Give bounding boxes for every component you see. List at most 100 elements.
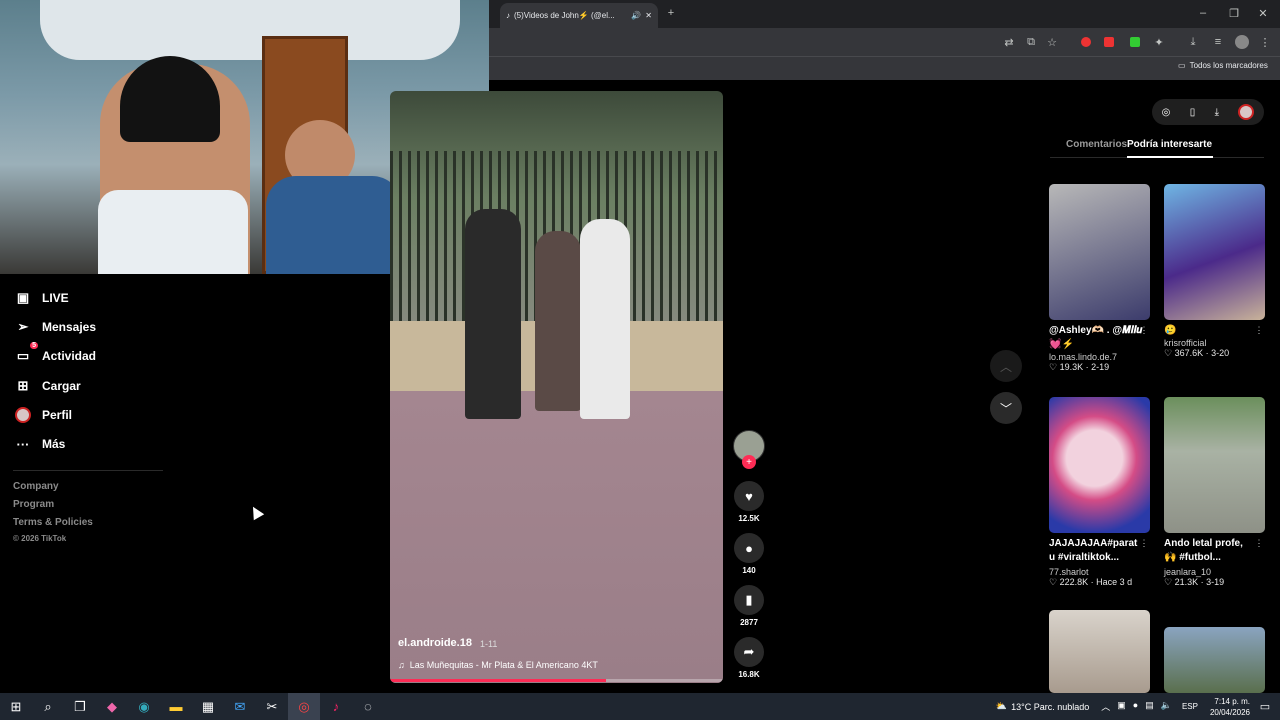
chrome-icon[interactable]: ◎ [288, 693, 320, 720]
restore-button[interactable]: ❐ [1227, 6, 1241, 20]
extension-red2-icon[interactable] [1104, 37, 1114, 47]
download-video-icon[interactable]: ⤓ [1215, 107, 1219, 118]
recommended-card[interactable]: 🥲 krisrofficial ♡ 367.6K · 3-20 [1164, 184, 1265, 359]
video-music[interactable]: ♫ Las Muñequitas - Mr Plata & El America… [398, 660, 598, 670]
sidebar-item-messages[interactable]: ➢ Mensajes [14, 314, 96, 340]
chrome-menu-icon[interactable]: ⋮ [1258, 35, 1272, 49]
phone-icon[interactable]: ▯ [1190, 107, 1196, 118]
all-bookmarks-label: Todos los marcadores [1189, 61, 1268, 70]
obs-icon[interactable]: ◌ [352, 693, 384, 720]
recommended-card[interactable]: @Ashley🫶🏻 . @𝑴𝒊𝒍𝒖💓⚡ lo.mas.lindo.de.7 ♡ … [1049, 184, 1150, 373]
start-icon[interactable]: ⊞ [0, 693, 32, 720]
tab-recommended[interactable]: Podría interesarte [1127, 139, 1212, 150]
recommended-card[interactable]: JAJAJAJAA#parat u #viraltiktok... 77.sha… [1049, 397, 1150, 588]
card-more-icon[interactable]: ⋮ [1255, 324, 1264, 336]
right-panel [1034, 80, 1280, 693]
video-progress-fill [390, 679, 607, 682]
share-icon: ➦ [734, 637, 764, 667]
tiktok-taskbar-icon[interactable]: ♪ [320, 693, 352, 720]
video-author[interactable]: el.androide.18 [398, 637, 472, 649]
system-tray[interactable]: ︿ ▣ ● ▤ 🔈 [1101, 700, 1172, 713]
card-more-icon[interactable]: ⋮ [1140, 324, 1149, 336]
capcut-icon[interactable]: ✂ [256, 693, 288, 720]
reading-list-icon[interactable]: ≡ [1211, 35, 1225, 49]
edge-icon[interactable]: ◉ [128, 693, 160, 720]
card-more-icon[interactable]: ⋮ [1255, 537, 1264, 549]
close-tab-icon[interactable]: ✕ [645, 11, 652, 20]
music-note-icon: ♫ [398, 660, 405, 670]
tab-comments[interactable]: Comentarios [1066, 139, 1127, 150]
card-thumbnail[interactable] [1164, 627, 1265, 693]
weather-text: 13°C Parc. nublado [1011, 701, 1090, 712]
bookmark-star-icon[interactable]: ☆ [1045, 35, 1059, 49]
footer-link-program[interactable]: Program [13, 499, 54, 510]
share-button[interactable]: ➦ 16.8K [733, 637, 765, 679]
search-icon[interactable]: ⌕ [32, 693, 64, 720]
chevron-down-icon: ﹀ [999, 401, 1012, 416]
live-icon: ▣ [16, 290, 30, 305]
card-caption: @Ashley🫶🏻 . @𝑴𝒊𝒍𝒖💓⚡ [1049, 325, 1143, 350]
tiktok-icon: ♪ [506, 11, 510, 20]
save-button[interactable]: ▮ 2877 [733, 585, 765, 627]
bookmarks-bar [489, 56, 1280, 80]
new-tab-button[interactable]: + [664, 6, 678, 20]
footer-link-company[interactable]: Company [13, 481, 59, 492]
card-likes: 222.8K [1059, 577, 1089, 587]
sidebar-item-more[interactable]: ··· Más [14, 431, 66, 457]
browser-tab[interactable]: ♪ (5)Videos de John⚡ (@el... 🔊 ✕ [500, 3, 658, 28]
video-progress-track[interactable] [390, 679, 723, 682]
comment-button[interactable]: ● 140 [733, 533, 765, 575]
close-window-button[interactable]: ✕ [1256, 6, 1270, 20]
speaker-icon[interactable]: 🔊 [631, 11, 641, 20]
extension-green-icon[interactable] [1130, 37, 1140, 47]
card-date: 3-19 [1206, 577, 1225, 587]
card-thumbnail [1164, 397, 1265, 533]
video-player[interactable]: el.androide.18 1-11 ♫ Las Muñequitas - M… [390, 91, 723, 683]
clock-time: 7:14 p. m. [1214, 696, 1250, 706]
card-thumbnail[interactable] [1049, 610, 1150, 693]
previous-video-button[interactable]: ︿ [990, 350, 1022, 382]
notifications-icon[interactable]: ▭ [1250, 693, 1280, 720]
card-likes: 367.6K [1174, 348, 1204, 358]
sidebar-item-activity[interactable]: ▭ 5 Actividad [14, 342, 96, 369]
sidebar-item-live[interactable]: ▣ LIVE [14, 285, 69, 311]
card-more-icon[interactable]: ⋮ [1140, 537, 1149, 549]
card-date: 2-19 [1091, 362, 1110, 372]
compass-icon[interactable]: ◎ [1162, 107, 1171, 118]
all-bookmarks-folder[interactable]: ▭ Todos los marcadores [1178, 61, 1268, 70]
minimize-button[interactable]: – [1196, 6, 1210, 20]
extensions-puzzle-icon[interactable]: ✦ [1152, 35, 1166, 49]
like-button[interactable]: ♥ 12.5K [733, 481, 765, 523]
sidebar-item-upload[interactable]: ⊞ Cargar [14, 373, 81, 399]
video-date: 1-11 [480, 639, 498, 649]
user-avatar[interactable] [1238, 104, 1255, 120]
sidebar-item-profile[interactable]: Perfil [14, 402, 72, 428]
next-video-button[interactable]: ﹀ [990, 392, 1022, 424]
clock[interactable]: 7:14 p. m. 20/04/2026 [1210, 696, 1250, 718]
copilot-icon[interactable]: ◆ [96, 693, 128, 720]
follow-plus-icon[interactable]: + [742, 455, 756, 469]
store-icon[interactable]: ▦ [192, 693, 224, 720]
volume-icon: 🔈 [1160, 700, 1172, 710]
card-stats: ♡ 367.6K · 3-20 [1164, 348, 1230, 358]
like-count: 12.5K [738, 514, 760, 523]
footer-copyright: © 2026 TikTok [13, 534, 67, 543]
microphone-icon: ● [1132, 700, 1139, 710]
mail-icon[interactable]: ✉ [224, 693, 256, 720]
weather-widget[interactable]: ⛅ 13°C Parc. nublado [996, 701, 1089, 712]
card-thumbnail [1049, 397, 1150, 533]
recommended-card[interactable]: Ando letal profe, 🙌 #futbol... jeanlara_… [1164, 397, 1265, 588]
file-explorer-icon[interactable]: ▬ [160, 693, 192, 720]
translate-icon[interactable]: ⇄ [1002, 35, 1016, 49]
extension-red-icon[interactable] [1081, 37, 1091, 47]
footer-link-terms[interactable]: Terms & Policies [13, 517, 93, 528]
language-indicator[interactable]: ESP [1182, 702, 1198, 711]
profile-avatar[interactable] [1235, 35, 1249, 49]
network-icon: ▤ [1145, 700, 1154, 710]
task-view-icon[interactable]: ❐ [64, 693, 96, 720]
download-icon[interactable]: ⤓ [1186, 35, 1200, 49]
cast-icon[interactable]: ⧉ [1024, 35, 1038, 49]
person-3 [580, 219, 630, 419]
card-username: jeanlara_10 [1164, 567, 1212, 577]
creator-avatar-button[interactable]: + [733, 430, 765, 469]
